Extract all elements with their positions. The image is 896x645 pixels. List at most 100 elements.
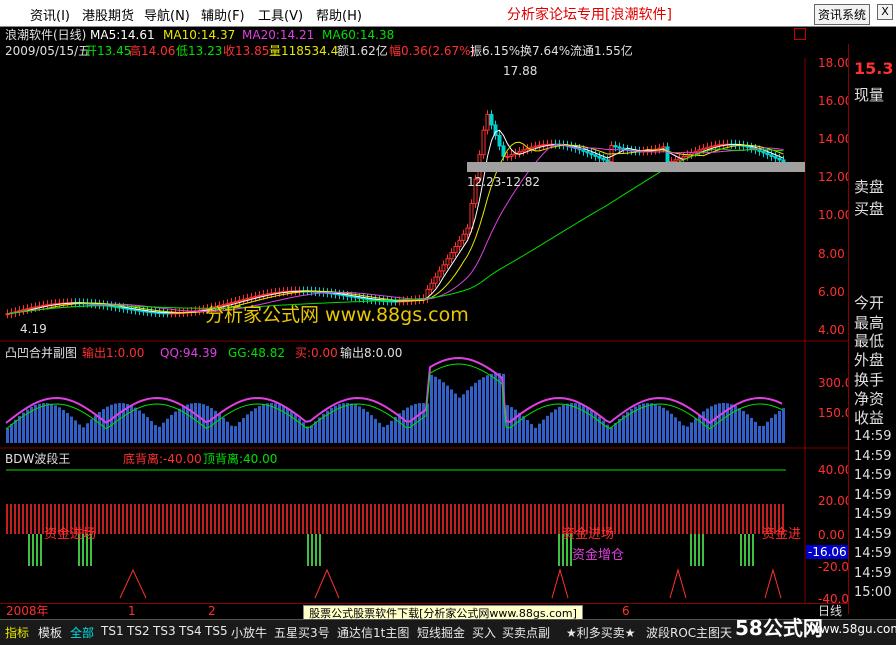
volume-bar [742,410,745,443]
candle-body [689,152,694,156]
funds-bar [26,504,28,534]
volume-bar [246,414,249,443]
volume-bar [782,408,785,443]
tab-ts4[interactable]: TS4 [179,624,202,638]
tab-buy[interactable]: 买入 [472,624,496,641]
menu-tools[interactable]: 工具(V) [258,5,303,24]
sub1-indicator [5,357,785,443]
funds-bar [154,504,156,534]
menu-assist[interactable]: 辅助(F) [201,5,245,24]
tab-small-bull[interactable]: 小放牛 [231,624,267,641]
menu-hk-futures[interactable]: 港股期货 [82,5,134,24]
candle-body [529,146,534,149]
funds-bar [490,504,492,534]
volume-bar [446,385,449,443]
forum-title: 分析家论坛专用[浪潮软件] [507,7,672,23]
volume-bar [334,405,337,443]
funds-bar [450,504,452,534]
funds-bar [318,504,320,534]
funds-bar [506,504,508,534]
funds-bar [350,504,352,534]
volume-bar [254,408,257,443]
funds-bar [662,504,664,534]
funds-bar [302,504,304,534]
volume-bar [146,417,149,443]
tab-indicator[interactable]: 指标 [5,624,29,641]
bar-change: 幅0.36(2.67%) [389,44,476,58]
volume-bar [154,425,157,443]
volume-bar [494,373,497,443]
funds-bar [390,504,392,534]
volume-bar [754,421,757,443]
funds-bar [626,504,628,534]
tab-ts2[interactable]: TS2 [127,624,150,638]
funds-bar [338,504,340,534]
funds-in-bar [698,534,700,566]
label-funds-increase: 资金增仓 [572,548,625,563]
volume-bar [150,421,153,443]
volume-bar [346,403,349,443]
tab-ts5[interactable]: TS5 [205,624,228,638]
volume-bar [106,406,109,443]
volume-bar [646,403,649,443]
funds-bar [238,504,240,534]
tab-buy-sell-sub[interactable]: 买卖点副 [502,624,550,641]
candle-body [709,145,714,148]
funds-in-bar [752,534,754,566]
menu-navigate[interactable]: 导航(N) [144,5,190,24]
funds-in-bar [311,534,313,566]
volume-bar [126,404,129,443]
panel-restore-icon[interactable] [794,28,806,40]
low-annotation: 4.19 [20,322,47,336]
funds-bar [630,504,632,534]
funds-bar [690,504,692,534]
tab-ts1[interactable]: TS1 [101,624,124,638]
funds-bar [18,504,20,534]
funds-bar [634,504,636,534]
funds-bar [402,504,404,534]
tab-ts3[interactable]: TS3 [153,624,176,638]
volume-bar [370,415,373,443]
funds-bar [702,504,704,534]
menu-info[interactable]: 资讯(I) [30,5,70,24]
volume-bar [38,403,41,443]
tab-tdx-main[interactable]: 通达信1t主图 [337,624,409,641]
bar-volume: 量118534.4 [269,44,339,58]
candlestick-series [5,110,786,319]
ma60-value: MA60:14.38 [322,28,395,42]
quote-label: 买盘 [854,200,885,218]
volume-bar [566,403,569,443]
volume-bar [430,374,433,443]
funds-bar [670,504,672,534]
candle-body [697,149,702,152]
tab-short-gold[interactable]: 短线掘金 [417,624,465,641]
volume-bar [158,426,161,443]
tab-five-star[interactable]: 五星买3号 [274,624,330,641]
signal-spikes [119,568,782,599]
sub2-bottom-divergence: 底背离:-40.00 [123,452,202,466]
candle-body [113,305,118,308]
tab-main-sky[interactable]: 主图天 [696,624,732,641]
info-system-button[interactable]: 资讯系统 [814,4,871,25]
funds-bar [234,504,236,534]
watermark: 分析家公式网 www.88gs.com [205,304,469,326]
sub2-indicator [6,469,786,599]
tab-band-roc[interactable]: 波段ROC [646,624,696,641]
funds-bar [262,504,264,534]
volume-bar [534,427,537,443]
bar-date: 2009/05/15/五 [5,44,91,58]
funds-bar [314,504,316,534]
volume-bar [362,408,365,443]
volume-bar [682,425,685,443]
funds-in-bar [748,534,750,566]
tab-lidu[interactable]: ★利多买卖★ [566,624,636,641]
tab-template[interactable]: 模板 [38,624,62,641]
menu-help[interactable]: 帮助(H) [316,5,362,24]
volume-bar [518,412,521,443]
close-button[interactable]: X [877,4,893,20]
funds-bar [750,504,752,534]
volume-bar [738,408,741,443]
funds-bar [486,504,488,534]
tab-all[interactable]: 全部 [70,624,94,641]
funds-bar [438,504,440,534]
